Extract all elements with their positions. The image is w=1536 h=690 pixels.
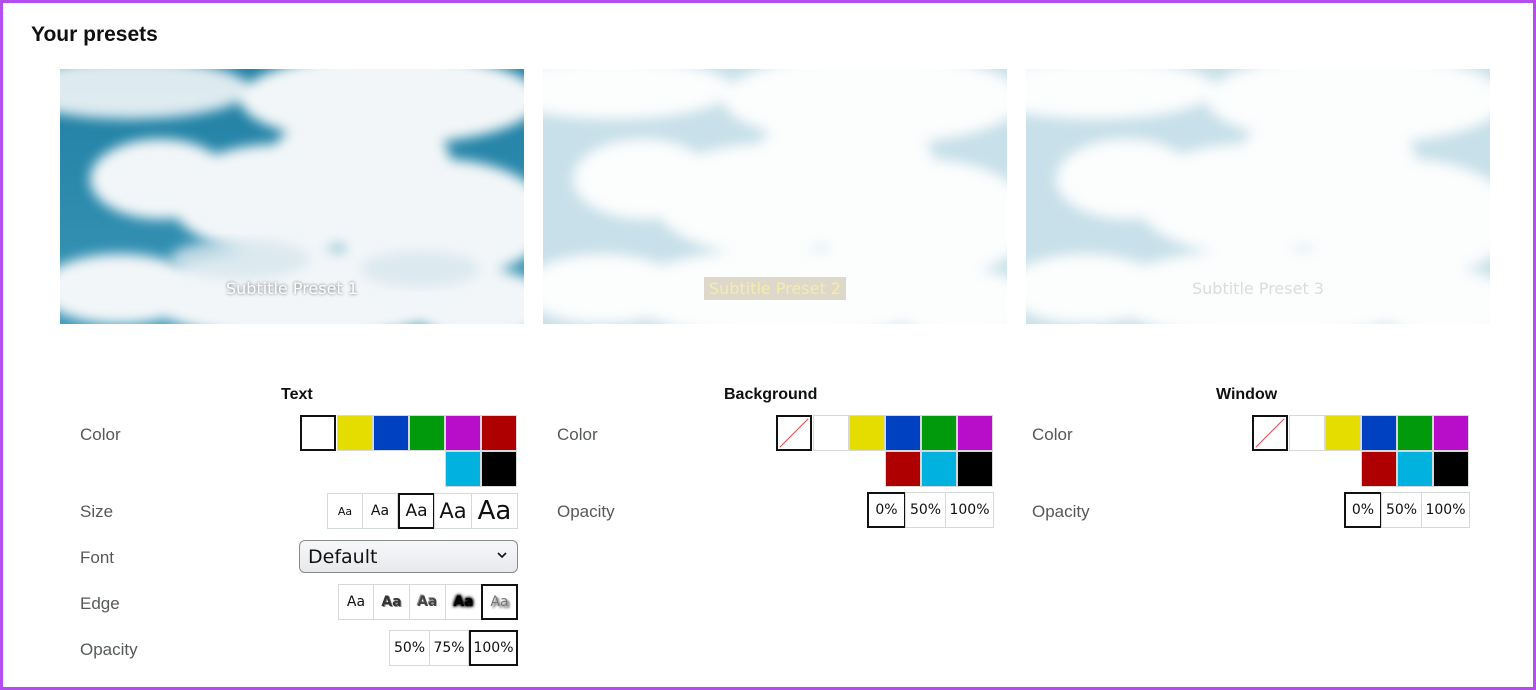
text-size-small[interactable]: Aa xyxy=(362,493,398,529)
window-color-none[interactable] xyxy=(1252,415,1288,451)
window-color-blue[interactable] xyxy=(1361,415,1397,451)
font-select[interactable]: Default xyxy=(299,540,518,573)
text-size-large[interactable]: Aa xyxy=(434,493,472,529)
window-color-cyan[interactable] xyxy=(1397,451,1433,487)
window-color-yellow[interactable] xyxy=(1325,415,1361,451)
preset-2-caption: Subtitle Preset 2 xyxy=(704,277,846,300)
edge-drop-shadow[interactable]: Aa xyxy=(481,584,518,620)
background-color-yellow[interactable] xyxy=(849,415,885,451)
preset-3-preview[interactable]: Subtitle Preset 3 xyxy=(1026,69,1490,324)
background-color-black[interactable] xyxy=(957,451,993,487)
text-opacity-100[interactable]: 100% xyxy=(469,630,518,666)
text-edge-label: Edge xyxy=(80,594,120,613)
chevron-down-icon xyxy=(497,552,507,559)
text-color-cyan[interactable] xyxy=(445,451,481,487)
edge-depressed[interactable]: Aa xyxy=(409,584,446,620)
preset-3-caption: Subtitle Preset 3 xyxy=(1192,279,1324,298)
page-title: Your presets xyxy=(31,23,158,46)
window-opacity-0[interactable]: 0% xyxy=(1344,492,1382,528)
text-opacity-50[interactable]: 50% xyxy=(389,630,430,666)
background-color-label: Color xyxy=(557,425,598,444)
text-color-white[interactable] xyxy=(300,415,336,451)
text-color-blue[interactable] xyxy=(373,415,409,451)
background-opacity-label: Opacity xyxy=(557,502,615,521)
text-color-black[interactable] xyxy=(481,451,517,487)
window-color-label: Color xyxy=(1032,425,1073,444)
background-color-cyan[interactable] xyxy=(921,451,957,487)
window-heading: Window xyxy=(1216,386,1278,403)
background-color-blue[interactable] xyxy=(885,415,921,451)
preset-1-caption: Subtitle Preset 1 xyxy=(226,279,358,298)
window-opacity-label: Opacity xyxy=(1032,502,1090,521)
text-size-xsmall[interactable]: Aa xyxy=(327,493,363,529)
text-size-medium[interactable]: Aa xyxy=(398,493,435,529)
edge-raised[interactable]: Aa xyxy=(373,584,410,620)
background-opacity-50[interactable]: 50% xyxy=(905,492,946,528)
background-color-red[interactable] xyxy=(885,451,921,487)
background-color-magenta[interactable] xyxy=(957,415,993,451)
window-color-green[interactable] xyxy=(1397,415,1433,451)
window-color-white[interactable] xyxy=(1289,415,1325,451)
window-color-magenta[interactable] xyxy=(1433,415,1469,451)
text-opacity-label: Opacity xyxy=(80,640,138,659)
background-color-white[interactable] xyxy=(813,415,849,451)
text-font-label: Font xyxy=(80,548,115,567)
text-opacity-75[interactable]: 75% xyxy=(429,630,469,666)
no-color-slash-icon xyxy=(1255,418,1285,448)
font-select-value: Default xyxy=(308,545,378,568)
background-opacity-100[interactable]: 100% xyxy=(945,492,994,528)
background-color-none[interactable] xyxy=(776,415,812,451)
no-color-slash-icon xyxy=(779,418,809,448)
text-color-yellow[interactable] xyxy=(337,415,373,451)
preset-2-preview[interactable]: Subtitle Preset 2 xyxy=(543,69,1007,324)
window-opacity-100[interactable]: 100% xyxy=(1421,492,1470,528)
background-color-green[interactable] xyxy=(921,415,957,451)
text-color-magenta[interactable] xyxy=(445,415,481,451)
background-heading: Background xyxy=(724,386,818,403)
preset-1-preview[interactable]: Subtitle Preset 1 xyxy=(60,69,524,324)
text-color-red[interactable] xyxy=(481,415,517,451)
window-color-black[interactable] xyxy=(1433,451,1469,487)
window-color-red[interactable] xyxy=(1361,451,1397,487)
text-size-xlarge[interactable]: Aa xyxy=(471,493,518,529)
text-size-label: Size xyxy=(80,502,114,521)
edge-none[interactable]: Aa xyxy=(338,584,374,620)
window-opacity-50[interactable]: 50% xyxy=(1381,492,1422,528)
text-color-label: Color xyxy=(80,425,121,444)
background-opacity-0[interactable]: 0% xyxy=(867,492,906,528)
edge-outline[interactable]: Aa xyxy=(445,584,482,620)
text-heading: Text xyxy=(281,386,313,403)
text-color-green[interactable] xyxy=(409,415,445,451)
